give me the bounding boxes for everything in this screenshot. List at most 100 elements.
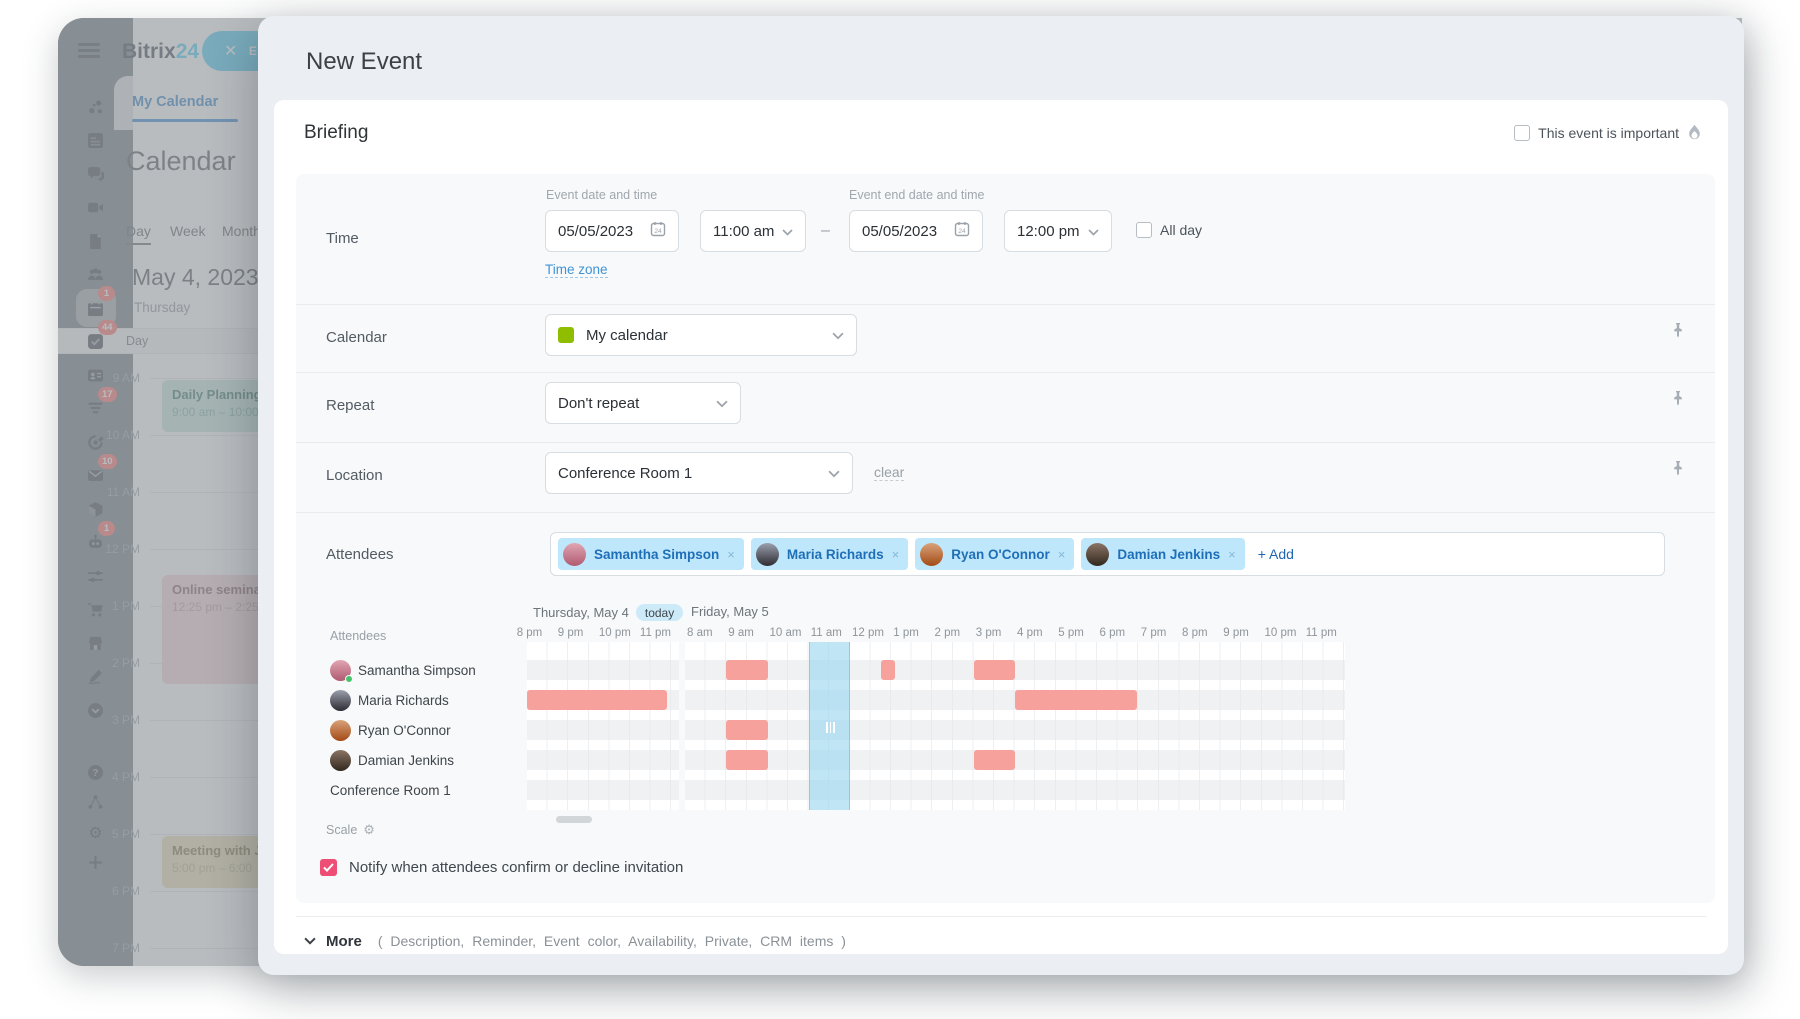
busy-block [974, 750, 1015, 770]
scheduler-row: Maria Richards [330, 689, 449, 711]
busy-block [726, 720, 767, 740]
all-day-checkbox[interactable] [1136, 222, 1152, 238]
start-time-select[interactable]: 11:00 am [700, 210, 806, 252]
attendee-chip[interactable]: Samantha Simpson × [558, 538, 744, 570]
attendee-name: Samantha Simpson [358, 663, 476, 678]
attendee-name: Maria Richards [358, 693, 449, 708]
date-range-dash: – [821, 222, 830, 240]
availability-track [527, 720, 679, 740]
availability-track [685, 750, 1345, 770]
important-checkbox[interactable] [1514, 125, 1530, 141]
attendee-name: Samantha Simpson [594, 547, 719, 562]
attendees-label: Attendees [326, 546, 394, 563]
event-time-selection[interactable] [809, 642, 850, 810]
today-badge: today [636, 604, 683, 621]
location-label: Location [326, 467, 383, 484]
pin-icon[interactable] [1671, 460, 1685, 482]
remove-attendee-icon[interactable]: × [1228, 547, 1236, 562]
calendar-picker-icon[interactable]: 24 [954, 221, 970, 241]
gear-icon[interactable]: ⚙ [363, 822, 375, 838]
time-zone-link[interactable]: Time zone [545, 262, 608, 278]
more-section-toggle[interactable]: More ( Description, Reminder, Event colo… [304, 932, 846, 950]
repeat-select[interactable]: Don't repeat [545, 382, 741, 424]
calendar-picker-icon[interactable]: 24 [650, 221, 666, 241]
resource-name: Conference Room 1 [330, 783, 451, 798]
remove-attendee-icon[interactable]: × [892, 547, 900, 562]
time-tick-label: 11 pm [640, 627, 671, 639]
add-attendee-button[interactable]: + Add [1258, 546, 1294, 562]
scheduler-day-friday: Friday, May 5 [691, 604, 769, 619]
busy-block [974, 660, 1015, 680]
scheduler-day-thursday: Thursday, May 4 today [533, 604, 683, 621]
end-date-input[interactable]: 05/05/2023 24 [849, 210, 983, 252]
attendees-input[interactable]: Samantha Simpson×Maria Richards×Ryan O'C… [550, 532, 1665, 576]
time-tick-label: 8 pm [1182, 627, 1208, 639]
avatar [330, 750, 351, 771]
attendee-chip[interactable]: Maria Richards× [751, 538, 908, 570]
time-tick-label: 7 pm [1141, 627, 1167, 639]
start-date-input[interactable]: 05/05/2023 24 [545, 210, 679, 252]
scheduler-row: Ryan O'Connor [330, 719, 451, 741]
pin-icon[interactable] [1671, 390, 1685, 412]
remove-attendee-icon[interactable]: × [1058, 547, 1066, 562]
attendee-chip[interactable]: Ryan O'Connor × [915, 538, 1074, 570]
location-select[interactable]: Conference Room 1 [545, 452, 853, 494]
flame-icon [1687, 124, 1702, 141]
pin-icon[interactable] [1671, 322, 1685, 344]
event-form-card: Briefing This event is important Time Ev… [274, 100, 1728, 954]
calendar-select[interactable]: My calendar [545, 314, 857, 356]
time-tick-label: 1 pm [893, 627, 919, 639]
more-fields-hint: ( Description, Reminder, Event color, Av… [378, 933, 846, 949]
busy-block [726, 660, 767, 680]
attendee-name: Damian Jenkins [358, 753, 454, 768]
busy-block [726, 750, 767, 770]
avatar [330, 720, 351, 741]
time-tick-label: 10 pm [1265, 627, 1297, 639]
repeat-label: Repeat [326, 397, 374, 414]
end-time-select[interactable]: 12:00 pm [1004, 210, 1112, 252]
svg-text:24: 24 [654, 228, 662, 235]
drag-handle[interactable] [826, 722, 835, 733]
scheduler-rows-header: Attendees [330, 629, 386, 643]
time-tick-label: 6 pm [1100, 627, 1126, 639]
time-tick-label: 4 pm [1017, 627, 1043, 639]
notify-label: Notify when attendees confirm or decline… [349, 859, 683, 876]
chevron-down-icon [782, 223, 793, 240]
time-tick-label: 9 pm [1223, 627, 1249, 639]
scale-control[interactable]: Scale ⚙ [326, 822, 375, 838]
modal-title: New Event [306, 48, 422, 76]
scheduler-scrollbar[interactable] [556, 816, 592, 823]
availability-track [527, 750, 679, 770]
time-tick-label: 2 pm [935, 627, 961, 639]
all-day-row: All day [1136, 222, 1202, 238]
location-clear-link[interactable]: clear [874, 464, 904, 481]
time-tick-label: 9 pm [558, 627, 584, 639]
remove-attendee-icon[interactable]: × [727, 547, 735, 562]
time-tick-label: 11 pm [1306, 627, 1337, 639]
scheduler-row: Damian Jenkins [330, 749, 454, 771]
busy-block [1015, 690, 1137, 710]
notify-row: Notify when attendees confirm or decline… [320, 859, 683, 876]
all-day-label: All day [1160, 222, 1202, 238]
calendar-label: Calendar [326, 329, 387, 346]
time-tick-label: 12 pm [852, 627, 884, 639]
availability-track [527, 660, 679, 680]
time-label: Time [326, 230, 359, 247]
chevron-down-icon [828, 465, 840, 482]
avatar [330, 660, 351, 681]
start-datetime-label: Event date and time [546, 188, 657, 202]
time-tick-label: 8 am [687, 627, 713, 639]
notify-checkbox[interactable] [320, 859, 337, 876]
attendee-name: Ryan O'Connor [951, 547, 1049, 562]
avatar [756, 543, 779, 566]
attendee-chip[interactable]: Damian Jenkins× [1081, 538, 1244, 570]
time-tick-label: 11 am [811, 627, 842, 639]
chevron-down-icon [1088, 223, 1099, 240]
scheduler-grid[interactable]: 8 pm9 pm10 pm11 pm8 am9 am10 am11 am12 p… [527, 642, 1345, 810]
avatar [563, 543, 586, 566]
availability-track [685, 720, 1345, 740]
event-name-input[interactable]: Briefing [304, 122, 368, 144]
event-form-panel: Time Event date and time Event end date … [296, 174, 1715, 903]
svg-text:24: 24 [958, 228, 966, 235]
availability-track [685, 780, 1345, 800]
